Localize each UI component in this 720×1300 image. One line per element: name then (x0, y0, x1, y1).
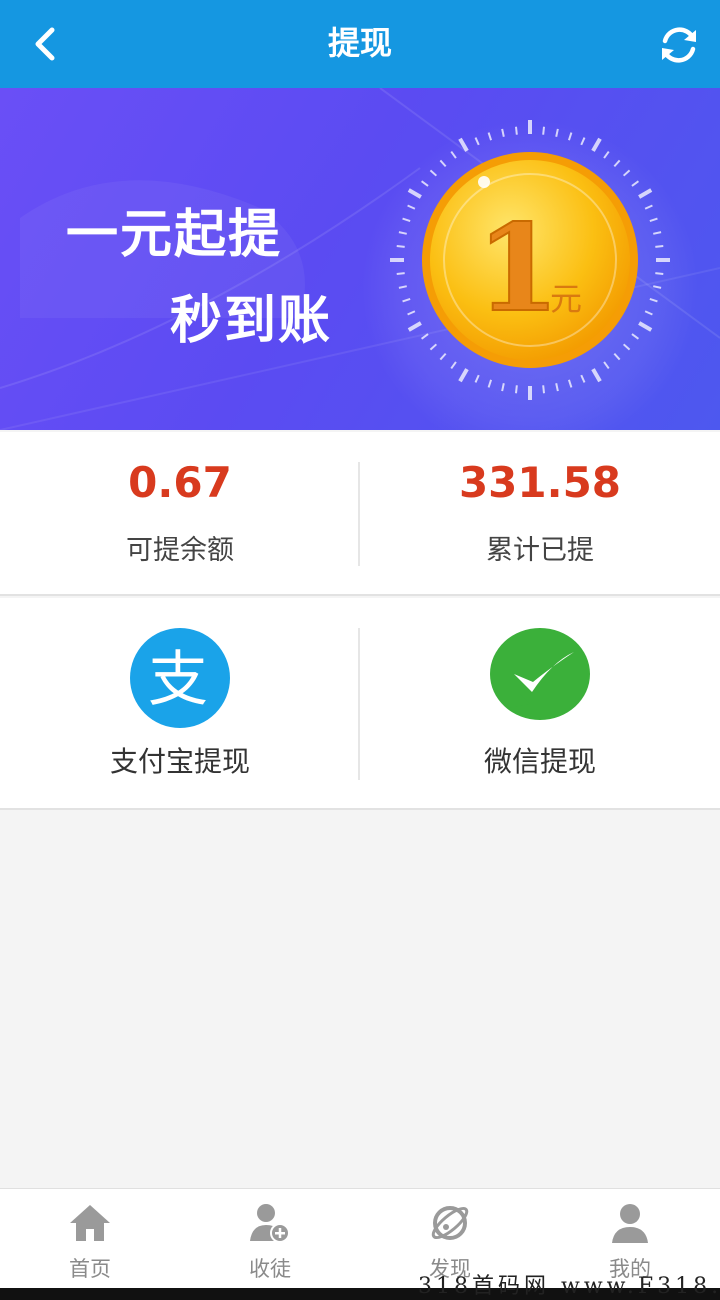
dial-tick (638, 321, 653, 332)
dial-tick (514, 126, 518, 135)
dial-tick (407, 310, 416, 316)
dial-tick (487, 132, 493, 141)
dial-tick (458, 137, 469, 152)
user-icon (612, 1204, 648, 1243)
dial-tick (396, 272, 405, 276)
dial-tick (429, 169, 438, 177)
dial-tick (407, 188, 422, 199)
planet-icon (431, 1206, 469, 1240)
page-title: 提现 (327, 24, 392, 62)
banner-headline: 一元起提 (66, 205, 283, 265)
dial-tick (514, 385, 518, 394)
dial-tick (580, 374, 586, 383)
alipay-withdraw-button[interactable]: 支 支付宝提现 (0, 598, 360, 810)
coin-unit: 元 (550, 280, 582, 318)
dial-tick (429, 343, 438, 351)
dial-tick (622, 169, 631, 177)
balance-stats: 0.67 可提余额 331.58 累计已提 (0, 432, 720, 596)
tab-home[interactable]: 首页 (0, 1189, 180, 1289)
dial-tick (644, 204, 653, 210)
dial-tick (591, 137, 602, 152)
refresh-icon[interactable] (656, 22, 702, 68)
dial-tick (398, 285, 407, 289)
dial-tick (567, 132, 573, 141)
alipay-withdraw-label: 支付宝提现 (109, 745, 250, 778)
dial-tick (407, 321, 422, 332)
dial-tick (421, 180, 429, 187)
home-icon (70, 1205, 110, 1241)
wechat-check-icon (490, 628, 590, 720)
dial-tick (398, 231, 407, 235)
dial-tick (402, 297, 411, 303)
total-withdrawn-value: 331.58 (458, 458, 622, 507)
available-balance-label: 可提余额 (126, 535, 234, 566)
total-withdrawn: 331.58 累计已提 (360, 432, 720, 596)
dial-tick (653, 285, 662, 289)
dial-tick (487, 379, 493, 388)
promo-banner: 一元起提 秒到账 1 元 (0, 88, 720, 430)
top-nav-bar: 提现 (0, 0, 720, 88)
dial-tick (421, 333, 429, 340)
dial-tick (591, 368, 602, 383)
coin-number: 1 (476, 198, 560, 339)
dial-tick (567, 379, 573, 388)
alipay-icon: 支 (130, 628, 230, 728)
dial-tick (649, 297, 658, 303)
dial-tick (613, 159, 621, 168)
dial-tick (501, 383, 505, 392)
dial-tick (402, 217, 411, 223)
dial-tick (644, 310, 653, 316)
dial-tick (638, 188, 653, 199)
add-user-icon (250, 1204, 290, 1243)
dial-tick (655, 244, 664, 248)
dial-tick (439, 352, 447, 361)
dial-tick (631, 333, 639, 340)
dial-tick (653, 231, 662, 235)
available-balance-value: 0.67 (128, 458, 232, 507)
dial-tick (474, 137, 480, 146)
dial-tick (474, 374, 480, 383)
alipay-glyph: 支 (148, 645, 208, 715)
dial-tick (622, 343, 631, 351)
available-balance: 0.67 可提余额 (0, 432, 360, 596)
dial-tick (631, 180, 639, 187)
dial-tick (542, 126, 546, 135)
tab-recruit-label: 收徒 (249, 1257, 291, 1281)
dial-tick (603, 361, 610, 369)
dial-tick (649, 217, 658, 223)
dial-tick (542, 385, 546, 394)
banner-subheadline: 秒到账 (170, 291, 333, 351)
dial-tick (655, 272, 664, 276)
dial-tick (613, 352, 621, 361)
dial-tick (439, 159, 447, 168)
tab-home-label: 首页 (69, 1257, 111, 1281)
dial-tick (501, 128, 505, 137)
dial-tick (555, 383, 559, 392)
dial-tick (555, 128, 559, 137)
wechat-withdraw-button[interactable]: 微信提现 (360, 598, 720, 810)
dial-tick (396, 244, 405, 248)
watermark: 318首码网 www.F318.com (418, 1274, 720, 1299)
withdraw-methods: 支 支付宝提现 微信提现 (0, 598, 720, 810)
dial-tick (450, 361, 457, 369)
wechat-withdraw-label: 微信提现 (483, 745, 596, 778)
gold-coin-icon: 1 元 (390, 120, 670, 400)
dial-tick (580, 137, 586, 146)
total-withdrawn-label: 累计已提 (486, 535, 594, 566)
dial-tick (458, 368, 469, 383)
dial-tick (407, 204, 416, 210)
tab-recruit[interactable]: 收徒 (180, 1189, 360, 1289)
dial-tick (603, 151, 610, 159)
dial-tick (450, 151, 457, 159)
